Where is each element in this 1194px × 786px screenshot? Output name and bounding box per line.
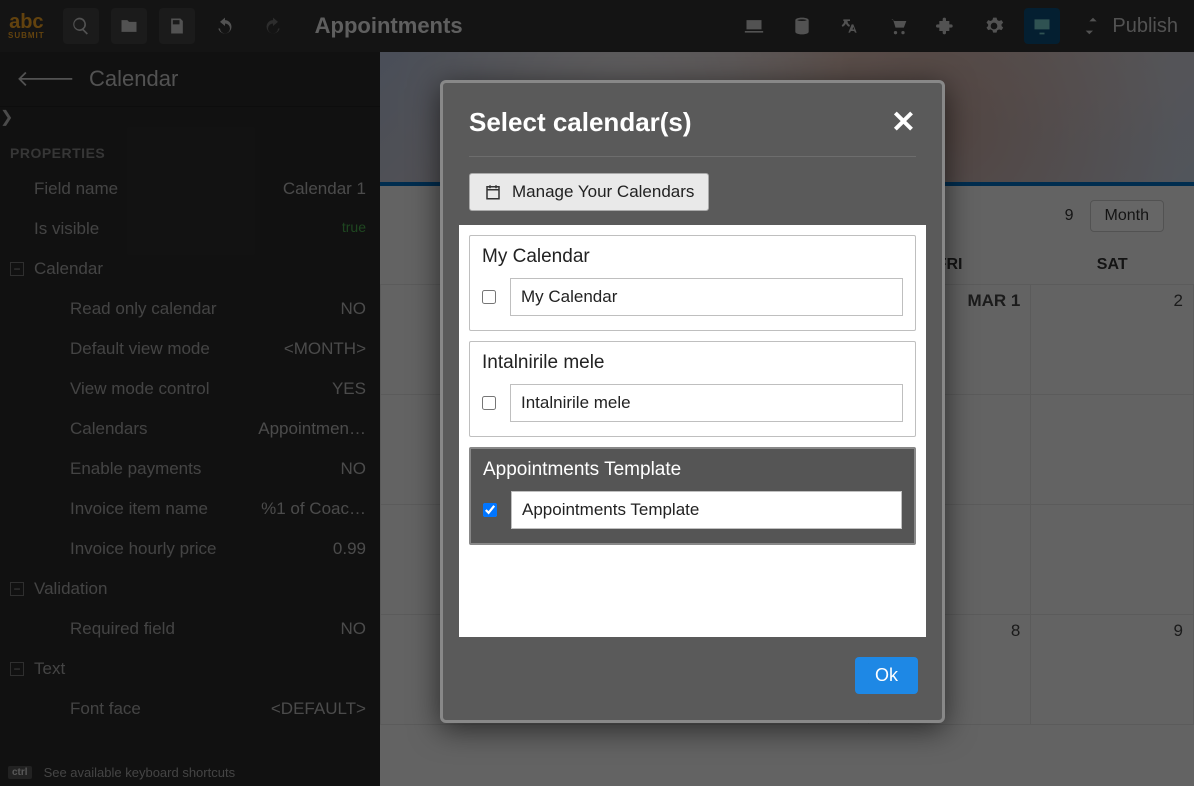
card-title: Intalnirile mele bbox=[482, 352, 903, 374]
calendar-checkbox[interactable] bbox=[482, 396, 496, 410]
calendar-list: My Calendar My Calendar Intalnirile mele… bbox=[459, 225, 926, 637]
calendar-icon bbox=[484, 183, 502, 201]
calendar-name-field[interactable]: My Calendar bbox=[510, 278, 903, 316]
card-title: Appointments Template bbox=[483, 459, 902, 481]
calendar-checkbox[interactable] bbox=[483, 503, 497, 517]
calendar-card-appointments-template[interactable]: Appointments Template Appointments Templ… bbox=[469, 447, 916, 545]
ok-button[interactable]: Ok bbox=[855, 657, 918, 694]
calendar-checkbox[interactable] bbox=[482, 290, 496, 304]
modal-title: Select calendar(s) bbox=[469, 107, 692, 138]
close-icon[interactable]: ✕ bbox=[891, 108, 916, 138]
card-title: My Calendar bbox=[482, 246, 903, 268]
calendar-card-intalnirile[interactable]: Intalnirile mele Intalnirile mele bbox=[469, 341, 916, 437]
select-calendars-modal: Select calendar(s) ✕ Manage Your Calenda… bbox=[440, 80, 945, 723]
calendar-name-field[interactable]: Intalnirile mele bbox=[510, 384, 903, 422]
calendar-name-field[interactable]: Appointments Template bbox=[511, 491, 902, 529]
divider bbox=[469, 156, 916, 157]
calendar-card-my-calendar[interactable]: My Calendar My Calendar bbox=[469, 235, 916, 331]
manage-label: Manage Your Calendars bbox=[512, 182, 694, 202]
manage-calendars-button[interactable]: Manage Your Calendars bbox=[469, 173, 709, 211]
